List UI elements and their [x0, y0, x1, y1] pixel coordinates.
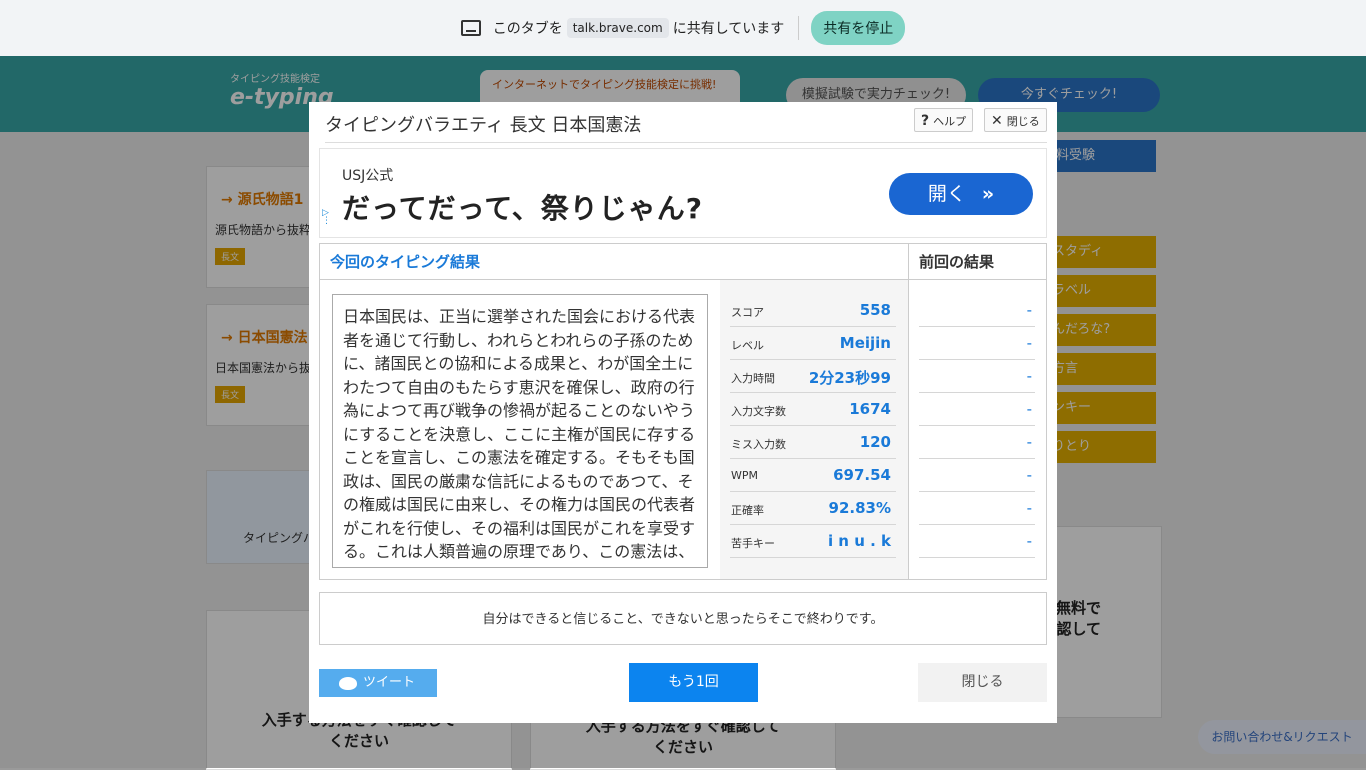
share-domain: talk.brave.com — [566, 18, 669, 38]
result-panel: 今回のタイピング結果 前回の結果 日本国民は、正当に選挙された国会における代表者… — [319, 243, 1047, 580]
adchoices-icon[interactable]: ▷ ⋮ — [322, 209, 332, 226]
stat-label: 苦手キー — [731, 537, 775, 550]
previous-value: - — [1026, 499, 1032, 517]
previous-accuracy: - — [919, 492, 1035, 525]
stat-label: ミス入力数 — [731, 438, 786, 451]
help-label: ヘルプ — [933, 115, 967, 128]
stat-label: レベル — [731, 339, 764, 352]
previous-level: - — [919, 327, 1035, 360]
stat-label: WPM — [731, 469, 759, 482]
ad-open-button[interactable]: 開く » — [889, 173, 1033, 215]
previous-score: - — [919, 294, 1035, 327]
share-suffix: に共有しています — [672, 21, 785, 37]
ad-banner[interactable]: USJ公式 だってだって、祭りじゃん? 開く » ▷ ⋮ — [319, 148, 1047, 238]
tweet-label: ツイート — [363, 675, 416, 690]
help-icon: ? — [921, 113, 930, 129]
previous-value: - — [1026, 301, 1032, 319]
typed-text-box[interactable]: 日本国民は、正当に選挙された国会における代表者を通じて行動し、われらとわれらの子… — [332, 294, 708, 568]
ad-brand: USJ公式 — [342, 168, 394, 184]
close-button[interactable]: ✕ 閉じる — [984, 108, 1047, 132]
previous-value: - — [1026, 334, 1032, 352]
twitter-icon — [339, 677, 357, 690]
stat-value: 120 — [859, 433, 891, 451]
stop-sharing-button[interactable]: 共有を停止 — [811, 11, 906, 45]
share-prefix: このタブを — [492, 21, 563, 37]
result-modal: タイピングバラエティ 長文 日本国憲法 ? ヘルプ ✕ 閉じる USJ公式 だってだ… — [309, 102, 1057, 723]
previous-wpm: - — [919, 459, 1035, 492]
stat-value: 558 — [859, 301, 891, 319]
motivational-quote: 自分はできると信じること、できないと思ったらそこで終わりです。 — [319, 592, 1047, 645]
previous-value: - — [1026, 400, 1032, 418]
stat-label: スコア — [731, 306, 764, 319]
modal-title: タイピングバラエティ 長文 日本国憲法 — [325, 115, 642, 136]
previous-result-header: 前回の結果 — [908, 244, 1046, 280]
current-result-header: 今回のタイピング結果 — [320, 244, 908, 280]
stat-value: 2分23秒99 — [808, 369, 891, 387]
previous-chars: - — [919, 393, 1035, 426]
close-label: 閉じる — [1006, 115, 1040, 128]
stat-row-misses: ミス入力数 120 — [730, 426, 896, 459]
previous-value: - — [1026, 433, 1032, 451]
retry-button[interactable]: もう1回 — [629, 663, 758, 702]
ad-open-label: 開く — [927, 183, 966, 205]
stat-label: 入力時間 — [731, 372, 775, 385]
stat-value: 697.54 — [833, 466, 891, 484]
stat-row-time: 入力時間 2分23秒99 — [730, 360, 896, 393]
screen-share-icon — [460, 20, 481, 36]
stat-value: Meijin — [839, 334, 891, 352]
modal-header: タイピングバラエティ 長文 日本国憲法 ? ヘルプ ✕ 閉じる — [325, 102, 1047, 143]
previous-misses: - — [919, 426, 1035, 459]
previous-time: - — [919, 360, 1035, 393]
stat-row-accuracy: 正確率 92.83% — [730, 492, 896, 525]
divider — [798, 16, 800, 40]
chevron-right-icon: » — [981, 183, 995, 205]
previous-value: - — [1026, 532, 1032, 550]
stat-value: i n u . k — [827, 532, 891, 550]
help-button[interactable]: ? ヘルプ — [914, 108, 974, 132]
tweet-button[interactable]: ツイート — [319, 669, 437, 697]
previous-value: - — [1026, 367, 1032, 385]
stat-label: 正確率 — [731, 504, 764, 517]
stat-row-wpm: WPM 697.54 — [730, 459, 896, 492]
tab-share-bar: このタブを talk.brave.com に共有しています 共有を停止 — [0, 0, 1366, 57]
stat-row-score: スコア 558 — [730, 294, 896, 327]
previous-weak-keys: - — [919, 525, 1035, 558]
stat-value: 92.83% — [828, 499, 891, 517]
stat-value: 1674 — [849, 400, 891, 418]
stat-row-weak-keys: 苦手キー i n u . k — [730, 525, 896, 558]
close-icon: ✕ — [991, 113, 1003, 129]
stat-row-level: レベル Meijin — [730, 327, 896, 360]
ad-headline: だってだって、祭りじゃん? — [342, 192, 704, 225]
stat-row-chars: 入力文字数 1674 — [730, 393, 896, 426]
previous-value: - — [1026, 466, 1032, 484]
close-bottom-button[interactable]: 閉じる — [918, 663, 1047, 702]
stat-label: 入力文字数 — [731, 405, 786, 418]
